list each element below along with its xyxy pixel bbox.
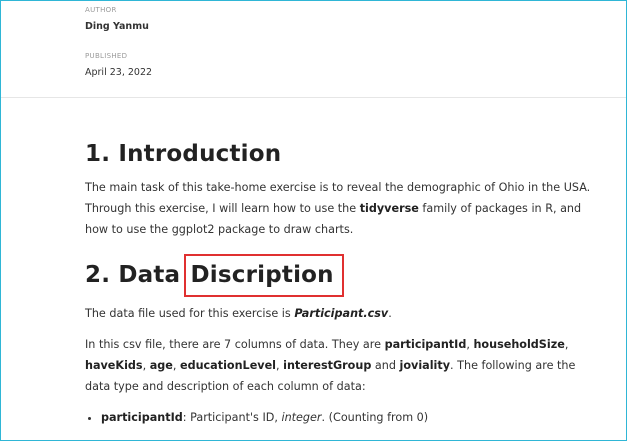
published-date: April 23, 2022 [85,67,153,78]
col-age: age [149,359,173,372]
sep-3: , [142,359,150,372]
heading-data-description: 2. Data Discription [85,254,600,297]
page-frame: AUTHOR Ding Yanmu PUBLISHED April 23, 20… [0,0,627,441]
intro-paragraph: The main task of this take-home exercise… [85,177,600,240]
sep-2: , [564,338,569,351]
col-householdsize: householdSize [473,338,565,351]
bullet-text-a: : Participant's ID, [182,411,282,424]
list-item: participantId: Participant's ID, integer… [101,407,600,428]
bullet-type: integer [281,411,322,424]
tidyverse-term: tidyverse [359,202,419,215]
data-file-text-c: . [388,307,392,320]
bullet-participantid: participantId [101,411,183,424]
sep-4: , [172,359,180,372]
data-file-text-a: The data file used for this exercise is [85,307,295,320]
col-interestgroup: interestGroup [283,359,372,372]
article-body: 1. Introduction The main task of this ta… [85,137,600,428]
bullet-text-c: . (Counting from 0) [321,411,429,424]
data-file-paragraph: The data file used for this exercise is … [85,303,600,324]
published-label: PUBLISHED [85,52,128,60]
header-divider [1,97,626,98]
heading-introduction: 1. Introduction [85,141,282,167]
author-name: Ding Yanmu [85,21,149,32]
column-list: participantId: Participant's ID, integer… [85,407,600,428]
post-meta: AUTHOR Ding Yanmu PUBLISHED April 23, 20… [85,1,152,79]
sep-and: and [371,359,400,372]
columns-paragraph: In this csv file, there are 7 columns of… [85,334,600,397]
col-educationlevel: educationLevel [179,359,276,372]
author-label: AUTHOR [85,6,117,14]
col-participantid: participantId [384,338,467,351]
col-joviality: joviality [399,359,451,372]
columns-text-a: In this csv file, there are 7 columns of… [85,338,385,351]
highlighted-word-box: Discription [184,254,344,297]
col-havekids: haveKids [85,359,143,372]
data-file-name: Participant.csv [294,307,389,320]
heading-prefix: 2. Data [85,262,189,288]
